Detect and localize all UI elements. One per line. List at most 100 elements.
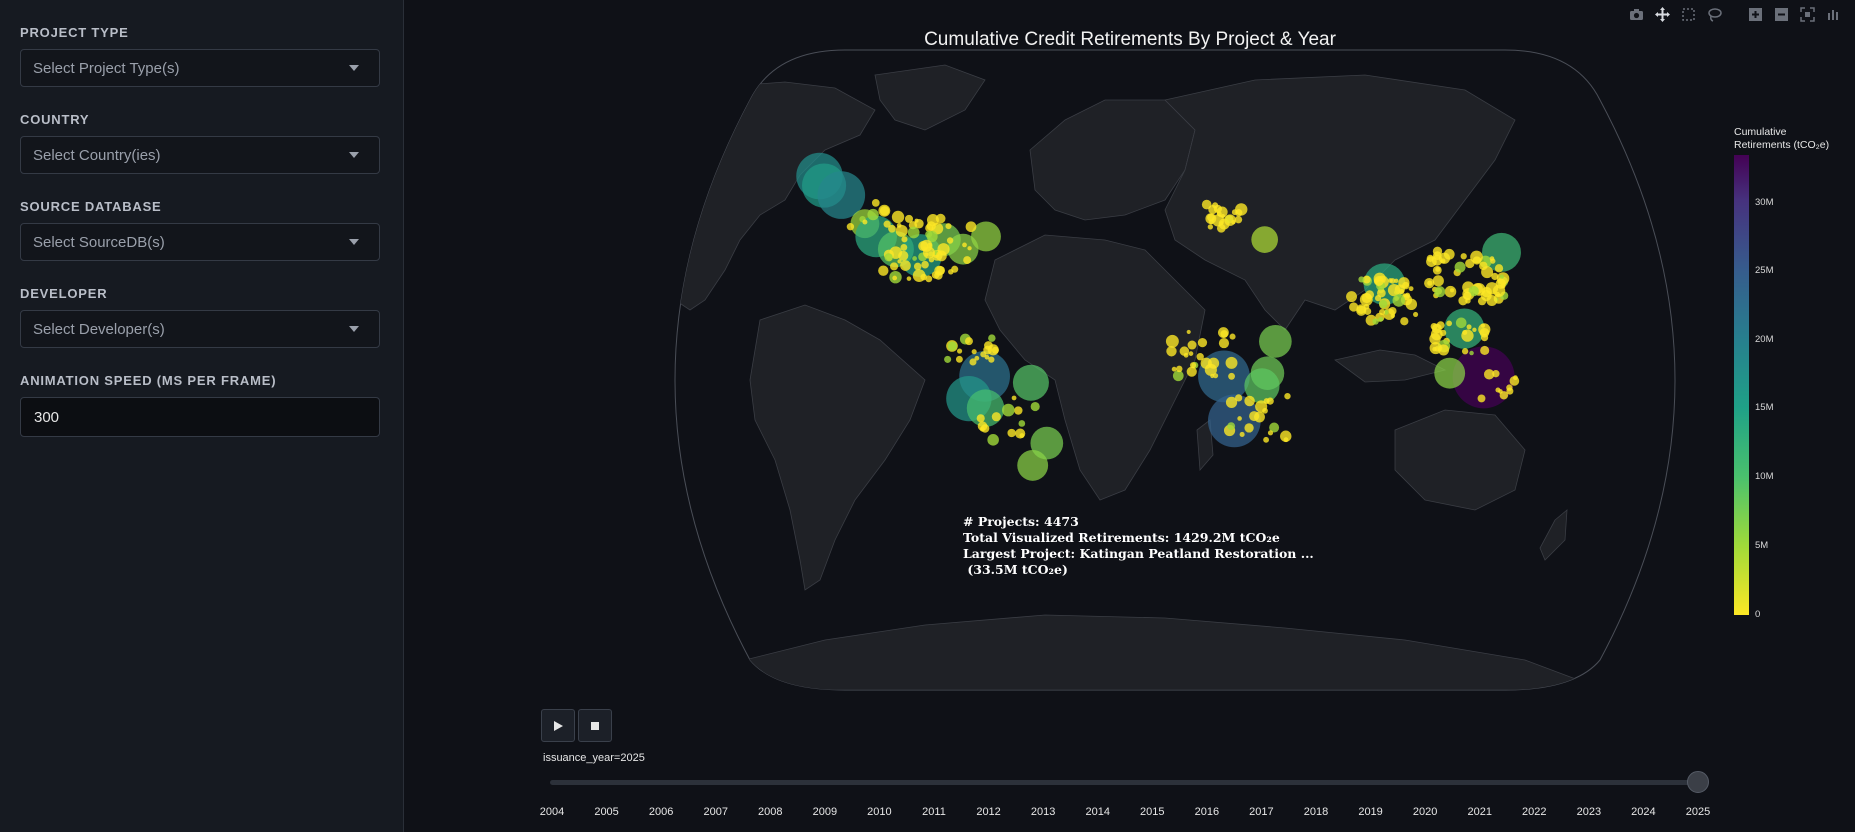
year-slider-handle[interactable] (1687, 771, 1709, 793)
project-bubble[interactable] (945, 223, 952, 230)
slider-year-tick[interactable]: 2012 (976, 806, 1000, 818)
project-bubble[interactable] (1239, 431, 1245, 437)
developer-dropdown[interactable]: Select Developer(s) (20, 310, 380, 348)
project-bubble[interactable] (914, 219, 924, 229)
project-bubble[interactable] (991, 346, 999, 354)
project-bubble[interactable] (912, 256, 917, 261)
project-bubble[interactable] (906, 276, 912, 281)
project-bubble[interactable] (1499, 274, 1504, 279)
slider-year-tick[interactable]: 2024 (1631, 806, 1655, 818)
project-bubble[interactable] (936, 250, 947, 262)
project-bubble[interactable] (944, 355, 952, 363)
project-bubble[interactable] (1225, 356, 1238, 369)
camera-icon[interactable] (1627, 5, 1646, 23)
zoom-out-icon[interactable] (1772, 5, 1791, 23)
project-bubble[interactable] (1490, 258, 1496, 264)
plotly-logo-icon[interactable] (1824, 5, 1843, 23)
project-bubble[interactable] (1472, 256, 1482, 265)
project-bubble[interactable] (921, 260, 929, 269)
year-slider-track[interactable] (550, 780, 1694, 785)
slider-year-tick[interactable]: 2004 (540, 806, 564, 818)
project-bubble[interactable] (1188, 351, 1194, 356)
project-bubble[interactable] (1263, 398, 1270, 405)
project-bubble[interactable] (1446, 320, 1453, 327)
project-bubble[interactable] (1011, 395, 1017, 401)
project-bubble[interactable] (1235, 203, 1248, 216)
project-bubble[interactable] (1469, 350, 1474, 356)
project-bubble[interactable] (966, 389, 1005, 427)
project-bubble[interactable] (1207, 224, 1214, 230)
project-bubble[interactable] (1480, 345, 1490, 355)
project-bubble[interactable] (1455, 317, 1467, 329)
project-bubble[interactable] (1454, 261, 1466, 273)
slider-year-tick[interactable]: 2007 (703, 806, 727, 818)
slider-year-tick[interactable]: 2020 (1413, 806, 1437, 818)
project-bubble[interactable] (846, 223, 855, 231)
project-bubble[interactable] (1408, 286, 1414, 292)
project-bubble[interactable] (1346, 291, 1358, 303)
lasso-icon[interactable] (1705, 5, 1724, 23)
project-bubble[interactable] (892, 275, 898, 281)
slider-year-tick[interactable]: 2011 (922, 806, 946, 818)
project-bubble[interactable] (1204, 363, 1217, 376)
project-bubble[interactable] (1372, 318, 1379, 325)
project-bubble[interactable] (878, 265, 889, 276)
project-bubble[interactable] (1018, 420, 1026, 427)
project-bubble[interactable] (1379, 299, 1388, 309)
project-bubble[interactable] (1187, 340, 1197, 350)
project-bubble[interactable] (1432, 275, 1444, 287)
slider-year-tick[interactable]: 2019 (1358, 806, 1382, 818)
project-bubble[interactable] (1431, 323, 1442, 334)
project-bubble[interactable] (1378, 316, 1384, 322)
project-bubble[interactable] (884, 253, 893, 262)
project-bubble[interactable] (1494, 264, 1504, 273)
project-bubble[interactable] (1007, 428, 1016, 438)
project-bubble[interactable] (1495, 291, 1501, 297)
slider-year-tick[interactable]: 2005 (594, 806, 618, 818)
project-bubble[interactable] (1015, 428, 1026, 439)
project-bubble[interactable] (1379, 309, 1386, 316)
project-bubble[interactable] (971, 349, 977, 355)
project-bubble[interactable] (1413, 311, 1419, 317)
project-bubble[interactable] (1263, 436, 1270, 443)
project-bubble[interactable] (1429, 341, 1442, 355)
project-bubble[interactable] (883, 220, 891, 228)
project-bubble[interactable] (991, 412, 1001, 422)
project-bubble[interactable] (1434, 357, 1466, 389)
project-bubble[interactable] (1444, 285, 1457, 298)
project-bubble[interactable] (1477, 394, 1486, 403)
project-bubble[interactable] (1495, 278, 1506, 289)
project-bubble[interactable] (1267, 430, 1274, 436)
world-map[interactable] (405, 0, 1855, 832)
slider-year-tick[interactable]: 2017 (1249, 806, 1273, 818)
project-bubble[interactable] (912, 269, 926, 282)
slider-year-tick[interactable]: 2013 (1031, 806, 1055, 818)
project-bubble[interactable] (1030, 401, 1040, 412)
project-bubble[interactable] (1172, 370, 1184, 382)
slider-year-tick[interactable]: 2010 (867, 806, 891, 818)
project-bubble[interactable] (987, 434, 999, 446)
project-bubble[interactable] (897, 259, 902, 264)
project-bubble[interactable] (1201, 199, 1212, 210)
project-bubble[interactable] (1432, 246, 1443, 256)
project-bubble[interactable] (1001, 403, 1015, 417)
source-database-dropdown[interactable]: Select SourceDB(s) (20, 223, 380, 261)
zoom-in-icon[interactable] (1746, 5, 1765, 23)
project-bubble[interactable] (901, 236, 908, 243)
stop-button[interactable] (578, 709, 612, 742)
project-bubble[interactable] (1462, 329, 1468, 335)
project-bubble[interactable] (1216, 223, 1226, 233)
project-bubble[interactable] (965, 221, 977, 233)
project-bubble[interactable] (1218, 338, 1230, 349)
project-bubble[interactable] (1280, 430, 1292, 442)
project-bubble[interactable] (983, 345, 993, 355)
project-bubble[interactable] (920, 239, 933, 252)
slider-year-tick[interactable]: 2018 (1304, 806, 1328, 818)
project-bubble[interactable] (867, 208, 879, 221)
project-bubble[interactable] (1435, 266, 1441, 272)
project-bubble[interactable] (900, 260, 911, 271)
project-bubble[interactable] (1254, 411, 1265, 423)
project-bubble[interactable] (1228, 372, 1235, 380)
project-bubble[interactable] (1477, 296, 1487, 306)
slider-year-tick[interactable]: 2021 (1467, 806, 1491, 818)
